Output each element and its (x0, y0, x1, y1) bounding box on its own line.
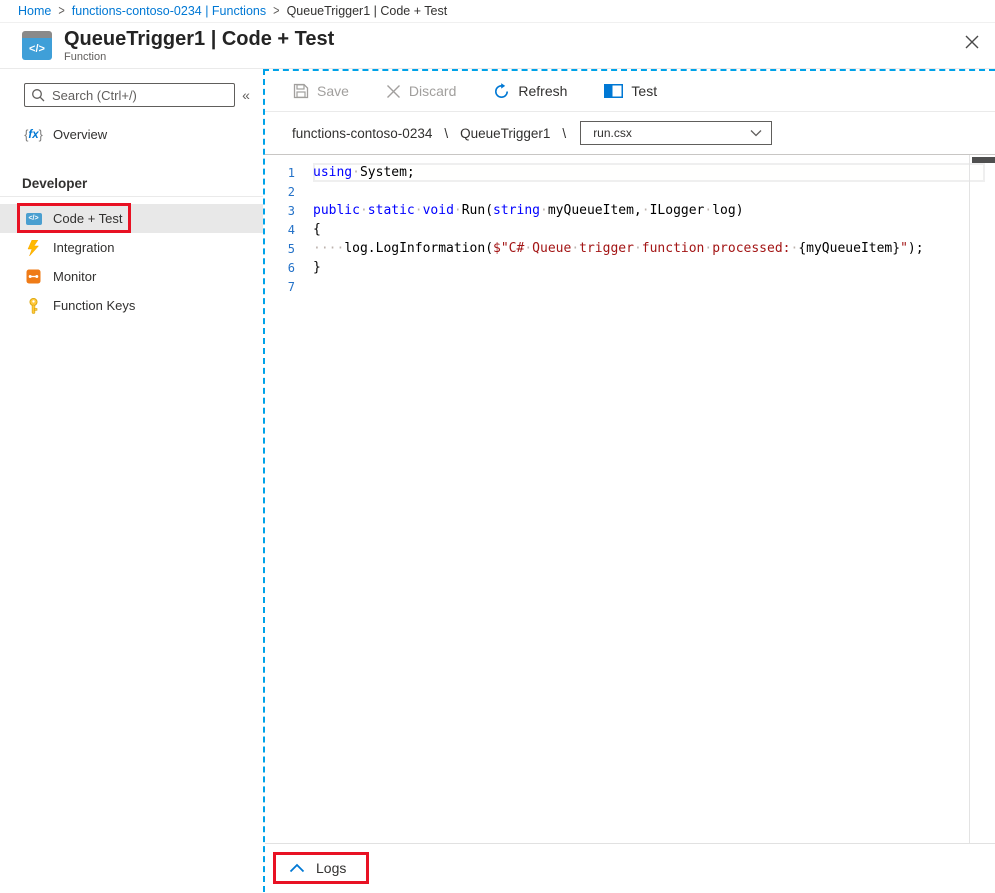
search-icon (31, 88, 45, 102)
breadcrumb-functions-link[interactable]: functions-contoso-0234 | Functions (72, 4, 266, 18)
file-select-value: run.csx (593, 126, 632, 140)
code-line[interactable]: 6} (265, 258, 995, 277)
line-number: 4 (265, 223, 313, 237)
function-icon: </> (22, 31, 52, 60)
line-number: 2 (265, 185, 313, 199)
code-line[interactable]: 3public·static·void·Run(string·myQueueIt… (265, 201, 995, 220)
minimap-slider[interactable] (972, 157, 995, 163)
sidebar-item-code-test[interactable]: </> Code + Test (0, 204, 263, 233)
logs-toggle-button[interactable]: Logs (273, 852, 369, 884)
close-icon[interactable] (961, 31, 983, 53)
discard-button[interactable]: Discard (386, 83, 456, 99)
refresh-icon (493, 83, 510, 100)
sidebar-item-label: Integration (53, 240, 114, 255)
save-icon (293, 83, 309, 99)
test-button[interactable]: Test (604, 83, 657, 99)
code-line[interactable]: 7 (265, 277, 995, 296)
page-header: </> QueueTrigger1 | Code + Test Function (0, 22, 995, 69)
discard-x-icon (386, 84, 401, 99)
key-icon (25, 298, 42, 314)
sidebar: « {fx} Overview Developer </> Code + Tes… (0, 69, 263, 892)
collapse-sidebar-button[interactable]: « (235, 87, 257, 103)
code-line[interactable]: 1using·System; (265, 163, 995, 182)
sidebar-item-label: Monitor (53, 269, 96, 284)
code-text: ····log.LogInformation($"C#·Queue·trigge… (313, 241, 924, 256)
code-text: } (313, 260, 321, 275)
breadcrumb-separator-icon: > (58, 4, 64, 19)
code-text: using·System; (313, 165, 415, 180)
line-number: 6 (265, 261, 313, 275)
sidebar-section-developer: Developer (0, 170, 263, 197)
search-box (24, 83, 235, 107)
lightning-icon (25, 240, 42, 256)
line-number: 3 (265, 204, 313, 218)
refresh-button[interactable]: Refresh (493, 83, 567, 100)
breadcrumb-current: QueueTrigger1 | Code + Test (287, 4, 448, 18)
breadcrumb-separator-icon: > (273, 4, 279, 19)
sidebar-item-overview[interactable]: {fx} Overview (0, 120, 263, 149)
logs-bar: Logs (265, 843, 995, 892)
save-button[interactable]: Save (293, 83, 349, 99)
code-test-pane: Save Discard Refresh Test functions-cont… (263, 69, 995, 892)
sidebar-item-label: Code + Test (53, 211, 123, 226)
sidebar-item-label: Function Keys (53, 298, 135, 313)
minimap-border (969, 155, 970, 843)
code-lines: 1using·System;23public·static·void·Run(s… (265, 163, 995, 296)
function-name: QueueTrigger1 (460, 126, 550, 141)
code-line[interactable]: 5····log.LogInformation($"C#·Queue·trigg… (265, 239, 995, 258)
path-separator: \ (562, 126, 566, 141)
breadcrumb: Home > functions-contoso-0234 | Function… (0, 0, 995, 22)
fx-overview-icon: {fx} (25, 128, 42, 142)
sidebar-item-integration[interactable]: Integration (0, 233, 263, 262)
line-number: 7 (265, 280, 313, 294)
app-name: functions-contoso-0234 (292, 126, 432, 141)
search-input[interactable] (52, 88, 228, 103)
code-line[interactable]: 2 (265, 182, 995, 201)
chevron-up-icon (289, 863, 305, 873)
code-text: { (313, 222, 321, 237)
code-test-icon: </> (25, 213, 42, 225)
file-select[interactable]: run.csx (580, 121, 772, 145)
sidebar-item-function-keys[interactable]: Function Keys (0, 291, 263, 320)
line-number: 5 (265, 242, 313, 256)
sidebar-item-label: Overview (53, 127, 107, 142)
code-line[interactable]: 4{ (265, 220, 995, 239)
file-breadcrumb: functions-contoso-0234 \ QueueTrigger1 \… (265, 112, 995, 155)
page-title: QueueTrigger1 | Code + Test (64, 28, 334, 50)
line-number: 1 (265, 166, 313, 180)
sidebar-item-monitor[interactable]: Monitor (0, 262, 263, 291)
test-icon (604, 84, 623, 98)
breadcrumb-home-link[interactable]: Home (18, 4, 51, 18)
toolbar: Save Discard Refresh Test (265, 71, 995, 112)
path-separator: \ (444, 126, 448, 141)
code-text: public·static·void·Run(string·myQueueIte… (313, 203, 744, 218)
code-editor[interactable]: 1using·System;23public·static·void·Run(s… (265, 155, 995, 843)
chevron-down-icon (750, 129, 762, 137)
monitor-icon (25, 269, 42, 284)
page-subtitle: Function (64, 51, 334, 63)
